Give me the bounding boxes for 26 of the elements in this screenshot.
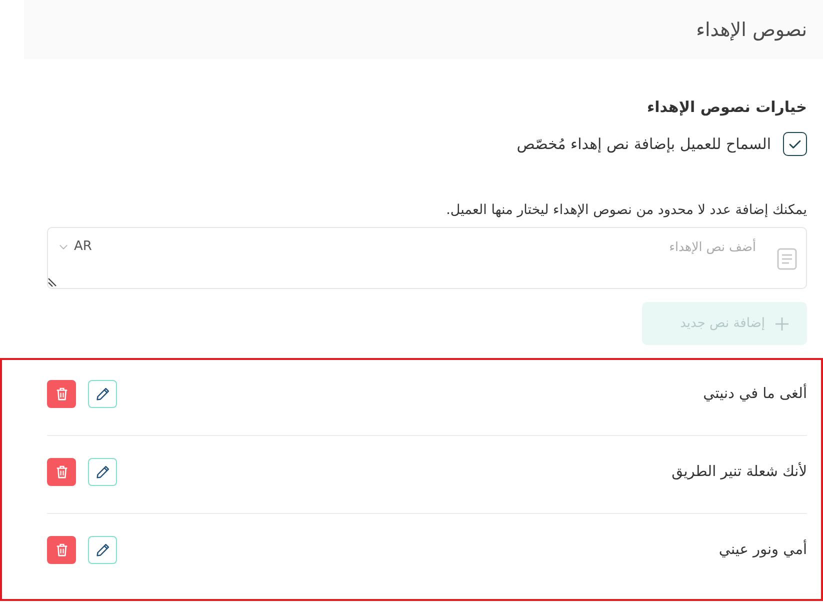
pencil-icon — [96, 543, 110, 557]
gift-text-item: أمي ونور عيني — [718, 536, 807, 564]
edit-button[interactable] — [88, 380, 117, 408]
trash-icon — [56, 543, 68, 557]
gift-text-item: لأنك شعلة تنير الطريق — [672, 461, 807, 482]
trash-icon — [56, 465, 68, 479]
language-select[interactable]: AR — [59, 237, 92, 257]
delete-button[interactable] — [47, 380, 76, 408]
edit-button[interactable] — [88, 536, 117, 564]
pencil-icon — [96, 387, 110, 401]
edit-button[interactable] — [88, 458, 117, 486]
delete-button[interactable] — [47, 458, 76, 486]
plus-icon — [775, 316, 789, 330]
description-text: يمكنك إضافة عدد لا محدود من نصوص الإهداء ليختار منها العميل. — [445, 201, 807, 220]
document-icon — [777, 248, 797, 270]
trash-icon — [56, 387, 68, 401]
section-heading: خيارات نصوص الإهداء — [646, 97, 807, 118]
checkbox-label: السماح للعميل بإضافة نص إهداء مُخصّص — [516, 134, 771, 155]
resize-handle-icon[interactable] — [48, 278, 58, 287]
caret-icon — [59, 244, 68, 250]
pencil-icon — [96, 465, 110, 479]
checkbox[interactable] — [783, 132, 807, 156]
page-title: نصوص الإهداء — [696, 18, 807, 42]
gift-text-item: ألغى ما في دنيتي — [703, 380, 807, 408]
delete-button[interactable] — [47, 536, 76, 564]
check-icon — [789, 140, 801, 148]
